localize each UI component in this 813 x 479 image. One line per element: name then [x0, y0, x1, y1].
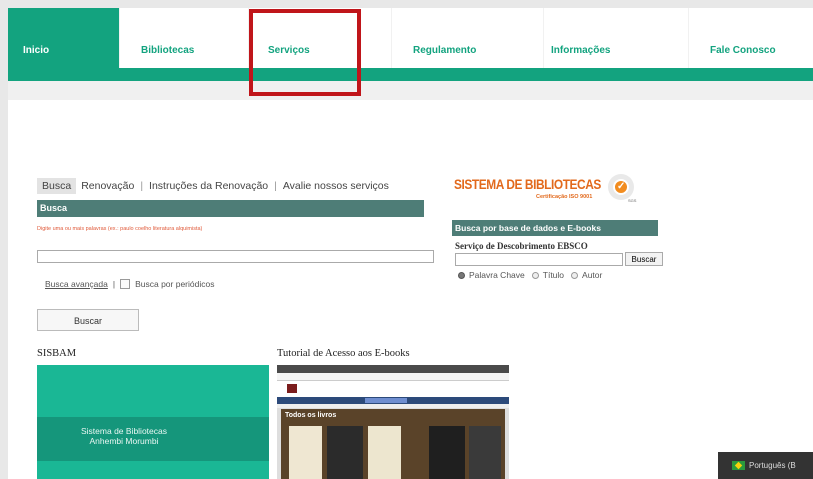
tutorial-site-logo [287, 384, 297, 393]
tutorial-shot-title: Todos os livros [285, 412, 337, 419]
tutorial-url-bar [277, 373, 509, 381]
search-input[interactable] [37, 250, 434, 263]
nav-fale-conosco-label: Fale Conosco [710, 45, 776, 56]
search-tabs: Busca Renovação | Instruções da Renovaçã… [37, 177, 394, 195]
tutorial-site-search [365, 398, 407, 403]
book-cover [327, 426, 363, 479]
tab-busca[interactable]: Busca [37, 178, 77, 194]
tab-renovacao[interactable]: Renovação [76, 178, 139, 194]
tab-instrucoes-renovacao[interactable]: Instruções da Renovação [144, 178, 273, 194]
nav-fale-conosco[interactable]: Fale Conosco [688, 8, 813, 68]
tab-avalie-servicos[interactable]: Avalie nossos serviços [278, 178, 394, 194]
sisbam-banner-line1: Sistema de Bibliotecas [81, 426, 167, 436]
tutorial-screenshot-image[interactable]: Todos os livros [277, 365, 509, 479]
radio-palavra-chave-label: Palavra Chave [469, 270, 525, 280]
sgs-mark: SGS [628, 198, 637, 203]
periodicos-checkbox[interactable] [120, 279, 131, 289]
nav-informacoes[interactable]: Informações [543, 8, 688, 68]
radio-autor[interactable] [571, 271, 579, 279]
tutorial-breadcrumb [277, 404, 509, 408]
nav-bibliotecas-label: Bibliotecas [141, 45, 195, 56]
nav-regulamento-label: Regulamento [413, 45, 477, 56]
link-separator: | [112, 279, 116, 289]
book-cover [368, 426, 401, 479]
sisbam-banner-text: Sistema de Bibliotecas Anhembi Morumbi [8, 426, 240, 446]
radio-titulo-label: Título [542, 270, 565, 280]
subheader-band [8, 81, 813, 100]
advanced-search-row: Busca avançada | Busca por periódicos [45, 279, 214, 289]
language-selector[interactable]: Português (B [718, 452, 813, 479]
tutorial-heading: Tutorial de Acesso aos E-books [277, 348, 410, 359]
nav-inicio[interactable]: Inicio [8, 8, 119, 68]
iso-certification-text: Certificação ISO 9001 [536, 194, 593, 200]
ebsco-search-options: Palavra Chave Título Autor [458, 270, 609, 280]
ebsco-header: Busca por base de dados e E-books [452, 220, 658, 236]
ebsco-buscar-button[interactable]: Buscar [625, 252, 663, 266]
ebsco-subtitle: Serviço de Descobrimento EBSCO [455, 241, 588, 251]
advanced-search-link[interactable]: Busca avançada [45, 279, 108, 289]
nav-inicio-label: Inicio [23, 45, 50, 56]
book-cover [289, 426, 322, 479]
sisbam-banner-line2: Anhembi Morumbi [89, 436, 159, 446]
tutorial-site-header [277, 381, 509, 397]
nav-informacoes-label: Informações [551, 45, 611, 56]
search-hint: Digite uma ou mais palavras (ex.: paulo … [37, 226, 203, 232]
brazil-flag-icon [732, 461, 745, 471]
busca-header: Busca [37, 200, 424, 217]
tutorial-browser-bar [277, 365, 509, 373]
book-cover [469, 426, 501, 479]
language-label: Português (B [749, 461, 796, 470]
buscar-button[interactable]: Buscar [37, 309, 139, 331]
sisbam-heading: SISBAM [37, 348, 77, 359]
radio-palavra-chave[interactable] [458, 271, 465, 279]
check-icon: ✓ [617, 181, 626, 192]
nav-bibliotecas[interactable]: Bibliotecas [119, 8, 248, 68]
sisbam-banner[interactable] [37, 365, 269, 479]
book-cover [429, 426, 465, 479]
radio-titulo[interactable] [531, 271, 539, 279]
nav-regulamento[interactable]: Regulamento [391, 8, 543, 68]
nav-underline-bar [8, 68, 813, 81]
periodicos-label: Busca por periódicos [135, 279, 215, 289]
highlight-box [249, 9, 361, 96]
top-nav: Inicio Bibliotecas Serviços Regulamento … [8, 8, 813, 68]
page-frame: Inicio Bibliotecas Serviços Regulamento … [8, 8, 813, 479]
radio-autor-label: Autor [582, 270, 603, 280]
ebsco-search-input[interactable] [455, 253, 623, 266]
sistema-bibliotecas-logo: SISTEMA DE BIBLIOTECAS [454, 176, 601, 192]
